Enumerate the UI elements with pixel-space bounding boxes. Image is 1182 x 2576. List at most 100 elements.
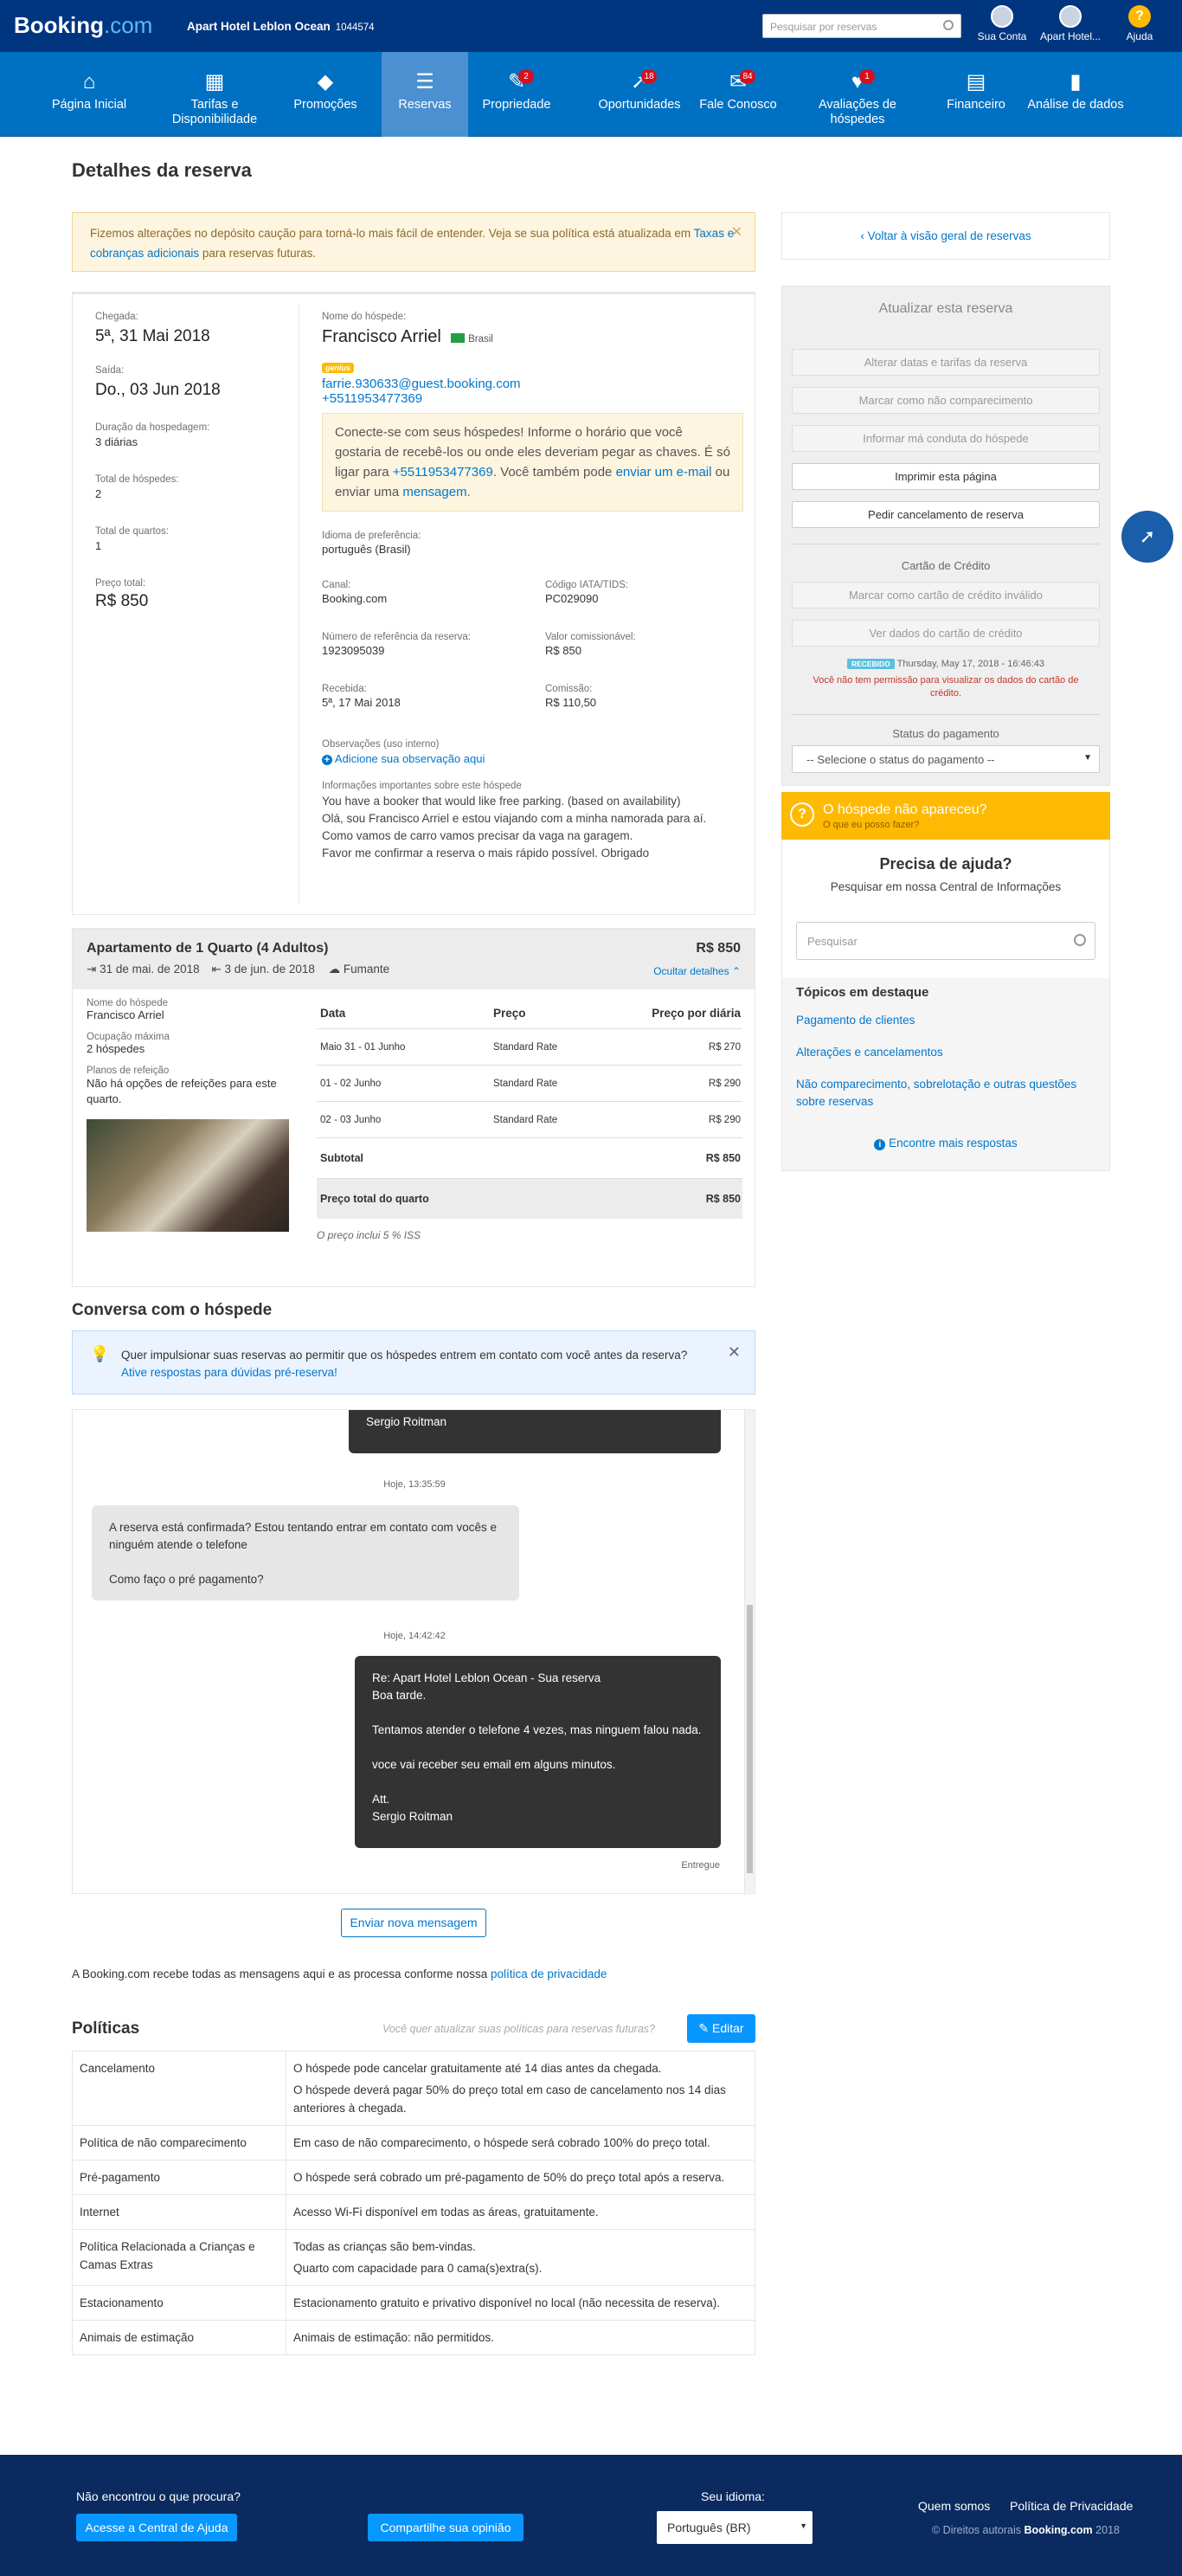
booking-logo[interactable]: Booking.com — [14, 12, 152, 39]
table-cell: Maio 31 - 01 Junho — [317, 1028, 490, 1066]
footer: Não encontrou o que procura? Acesse a Ce… — [0, 2455, 1182, 2576]
table-row: Maio 31 - 01 Junho Standard Rate R$ 270 — [317, 1028, 742, 1066]
policy-row: Política de não comparecimento Em caso de… — [72, 2125, 755, 2161]
find-more-answers-link[interactable]: Encontre mais respostas — [889, 1137, 1018, 1150]
top-bar: Booking.com Apart Hotel Leblon Ocean 1044… — [0, 0, 1182, 52]
plus-circle-icon[interactable]: + — [322, 755, 332, 765]
report-misconduct-button[interactable]: Informar má conduta do hóspede — [792, 425, 1100, 452]
contact-guest-note: Conecte-se com seus hóspedes! Informe o … — [322, 413, 743, 512]
policy-name: Animais de estimação — [72, 2320, 286, 2355]
edit-policies-button[interactable]: ✎ Editar — [687, 2014, 755, 2043]
chart-icon: ▮ — [1070, 70, 1082, 93]
message-bubble-host: Sergio Roitman — [349, 1410, 721, 1453]
channel-label: Canal: — [322, 580, 351, 590]
rocket-fab-icon[interactable]: ➚ — [1121, 511, 1173, 563]
privacy-link[interactable]: Política de Privacidade — [1010, 2499, 1133, 2513]
back-to-reservations-link[interactable]: ‹ Voltar à visão geral de reservas — [782, 229, 1109, 242]
home-icon: ⌂ — [82, 70, 96, 93]
payment-status-select[interactable]: -- Selecione o status do pagamento -- ▼ — [792, 745, 1100, 773]
note-message-link[interactable]: mensagem — [402, 485, 466, 499]
checkout-date: Do., 03 Jun 2018 — [95, 381, 221, 399]
guest-info-label: Informações importantes sobre este hóspe… — [322, 781, 522, 791]
note-phone-link[interactable]: +5511953477369 — [393, 465, 493, 480]
hotel-name[interactable]: Apart Hotel Leblon Ocean 1044574 — [187, 20, 375, 33]
nav-item-4[interactable]: ✎ 2 Propriedade — [463, 52, 570, 137]
search-icon[interactable] — [1074, 934, 1086, 946]
about-link[interactable]: Quem somos — [918, 2499, 990, 2513]
search-icon[interactable] — [943, 20, 954, 30]
share-feedback-button[interactable]: Compartilhe sua opinião — [368, 2514, 524, 2541]
nav-item-3[interactable]: ☰ Reservas — [382, 52, 468, 137]
tag-icon: ◆ — [317, 70, 334, 93]
hotel-id: 1044574 — [335, 23, 375, 33]
change-dates-button[interactable]: Alterar datas e tarifas da reserva — [792, 349, 1100, 376]
policy-name: Política de não comparecimento — [72, 2125, 286, 2161]
noshow-link[interactable]: O que eu posso fazer? — [823, 820, 919, 830]
duration-label: Duração da hospedagem: — [95, 422, 210, 433]
hide-details-link[interactable]: Ocultar detalhes ⌃ — [653, 965, 741, 977]
back-panel: ‹ Voltar à visão geral de reservas — [781, 212, 1110, 260]
nav-label: Oportunidades — [598, 98, 681, 112]
close-icon[interactable]: ✕ — [728, 1343, 741, 1362]
policy-row: Cancelamento O hóspede pode cancelar grat… — [72, 2051, 755, 2126]
checkin-label: Chegada: — [95, 312, 138, 322]
nav-item-6[interactable]: ✉ 84 Fale Conosco — [690, 52, 787, 137]
policy-text: Estacionamento gratuito e privativo disp… — [286, 2285, 755, 2321]
guest-phone-link[interactable]: +5511953477369 — [322, 391, 422, 406]
copyright: © Direitos autorais Booking.com 2018 — [932, 2524, 1120, 2536]
nav-item-7[interactable]: ♥ 1 Avaliações de hóspedes — [799, 52, 916, 137]
note-email-link[interactable]: enviar um e-mail — [616, 465, 712, 480]
property-menu[interactable]: Apart Hotel... — [1039, 5, 1102, 42]
nav-item-0[interactable]: ⌂ Página Inicial — [37, 52, 141, 137]
topic-link[interactable]: Alterações e cancelamentos — [796, 1044, 1099, 1061]
chat-window[interactable]: Sergio Roitman Hoje, 13:35:59 A reserva … — [72, 1409, 755, 1895]
room-title: Apartamento de 1 Quarto (4 Adultos) — [87, 941, 329, 956]
topic-link[interactable]: Não comparecimento, sobrelotação e outra… — [796, 1076, 1099, 1111]
delivered-status: Entregue — [681, 1860, 720, 1871]
card-received-date: Thursday, May 17, 2018 - 16:46:43 — [896, 659, 1045, 669]
occupancy-value: 2 hóspedes — [87, 1042, 145, 1055]
nav-item-8[interactable]: ▤ Financeiro — [939, 52, 1013, 137]
nav-item-9[interactable]: ▮ Análise de dados — [1015, 52, 1136, 137]
ref-number: 1923095039 — [322, 644, 385, 657]
pre-booking-tip: 💡 Quer impulsionar suas reservas ao perm… — [72, 1330, 755, 1394]
room-photo[interactable] — [87, 1119, 289, 1232]
genius-badge: genius — [322, 363, 355, 373]
view-card-button[interactable]: Ver dados do cartão de crédito — [792, 620, 1100, 647]
guest-info-line: Como vamos de carro vamos precisar da va… — [322, 829, 633, 842]
noshow-banner[interactable]: ? O hóspede não apareceu? O que eu posso… — [781, 792, 1110, 840]
new-message-button[interactable]: Enviar nova mensagem — [341, 1909, 486, 1937]
guest-email-link[interactable]: farrie.930633@guest.booking.com — [322, 377, 521, 391]
table-cell: R$ 290 — [596, 1065, 742, 1102]
mark-card-invalid-button[interactable]: Marcar como cartão de crédito inválido — [792, 582, 1100, 609]
nav-label: Promoções — [293, 98, 357, 112]
nav-item-5[interactable]: ➚ 18 Oportunidades — [581, 52, 697, 137]
notification-badge: 84 — [740, 69, 755, 84]
subtotal-label: Subtotal — [317, 1137, 597, 1179]
nav-item-2[interactable]: ◆ Promoções — [277, 52, 374, 137]
policy-text: Todas as crianças são bem-vindas. Quarto … — [286, 2229, 755, 2286]
guest-name-label: Nome do hóspede: — [322, 312, 407, 322]
nav-item-1[interactable]: ▦ Tarifas e Disponibilidade — [154, 52, 275, 137]
guest-info-text: You have a booker that would like free p… — [322, 793, 742, 862]
message-line: Sergio Roitman — [372, 1810, 453, 1823]
nav-label: Fale Conosco — [699, 98, 777, 112]
close-icon[interactable]: ✕ — [731, 222, 742, 242]
add-note-link[interactable]: Adicione sua observação aqui — [335, 752, 485, 765]
reservation-search-input[interactable]: Pesquisar por reservas — [762, 14, 961, 38]
mark-noshow-button[interactable]: Marcar como não comparecimento — [792, 387, 1100, 414]
help-subtitle: Pesquisar em nossa Central de Informaçõe… — [830, 880, 1062, 893]
account-menu[interactable]: Sua Conta — [971, 5, 1033, 42]
enable-pre-booking-link[interactable]: Ative respostas para dúvidas pré-reserva… — [121, 1366, 337, 1379]
language-select[interactable]: Português (BR) ▼ — [657, 2511, 813, 2544]
help-search-input[interactable]: Pesquisar — [796, 922, 1095, 960]
nav-label: Propriedade — [482, 98, 551, 112]
help-center-button[interactable]: Acesse a Central de Ajuda — [76, 2514, 237, 2541]
print-page-button[interactable]: Imprimir esta página — [792, 463, 1100, 490]
message-bubble-host: Re: Apart Hotel Leblon Ocean - Sua reser… — [355, 1656, 721, 1848]
topics-title: Tópicos em destaque — [796, 985, 929, 1000]
help-menu[interactable]: ? Ajuda — [1109, 5, 1170, 42]
request-cancellation-button[interactable]: Pedir cancelamento de reserva — [792, 501, 1100, 528]
privacy-policy-link[interactable]: política de privacidade — [491, 1967, 607, 1980]
topic-link[interactable]: Pagamento de clientes — [796, 1012, 1099, 1029]
